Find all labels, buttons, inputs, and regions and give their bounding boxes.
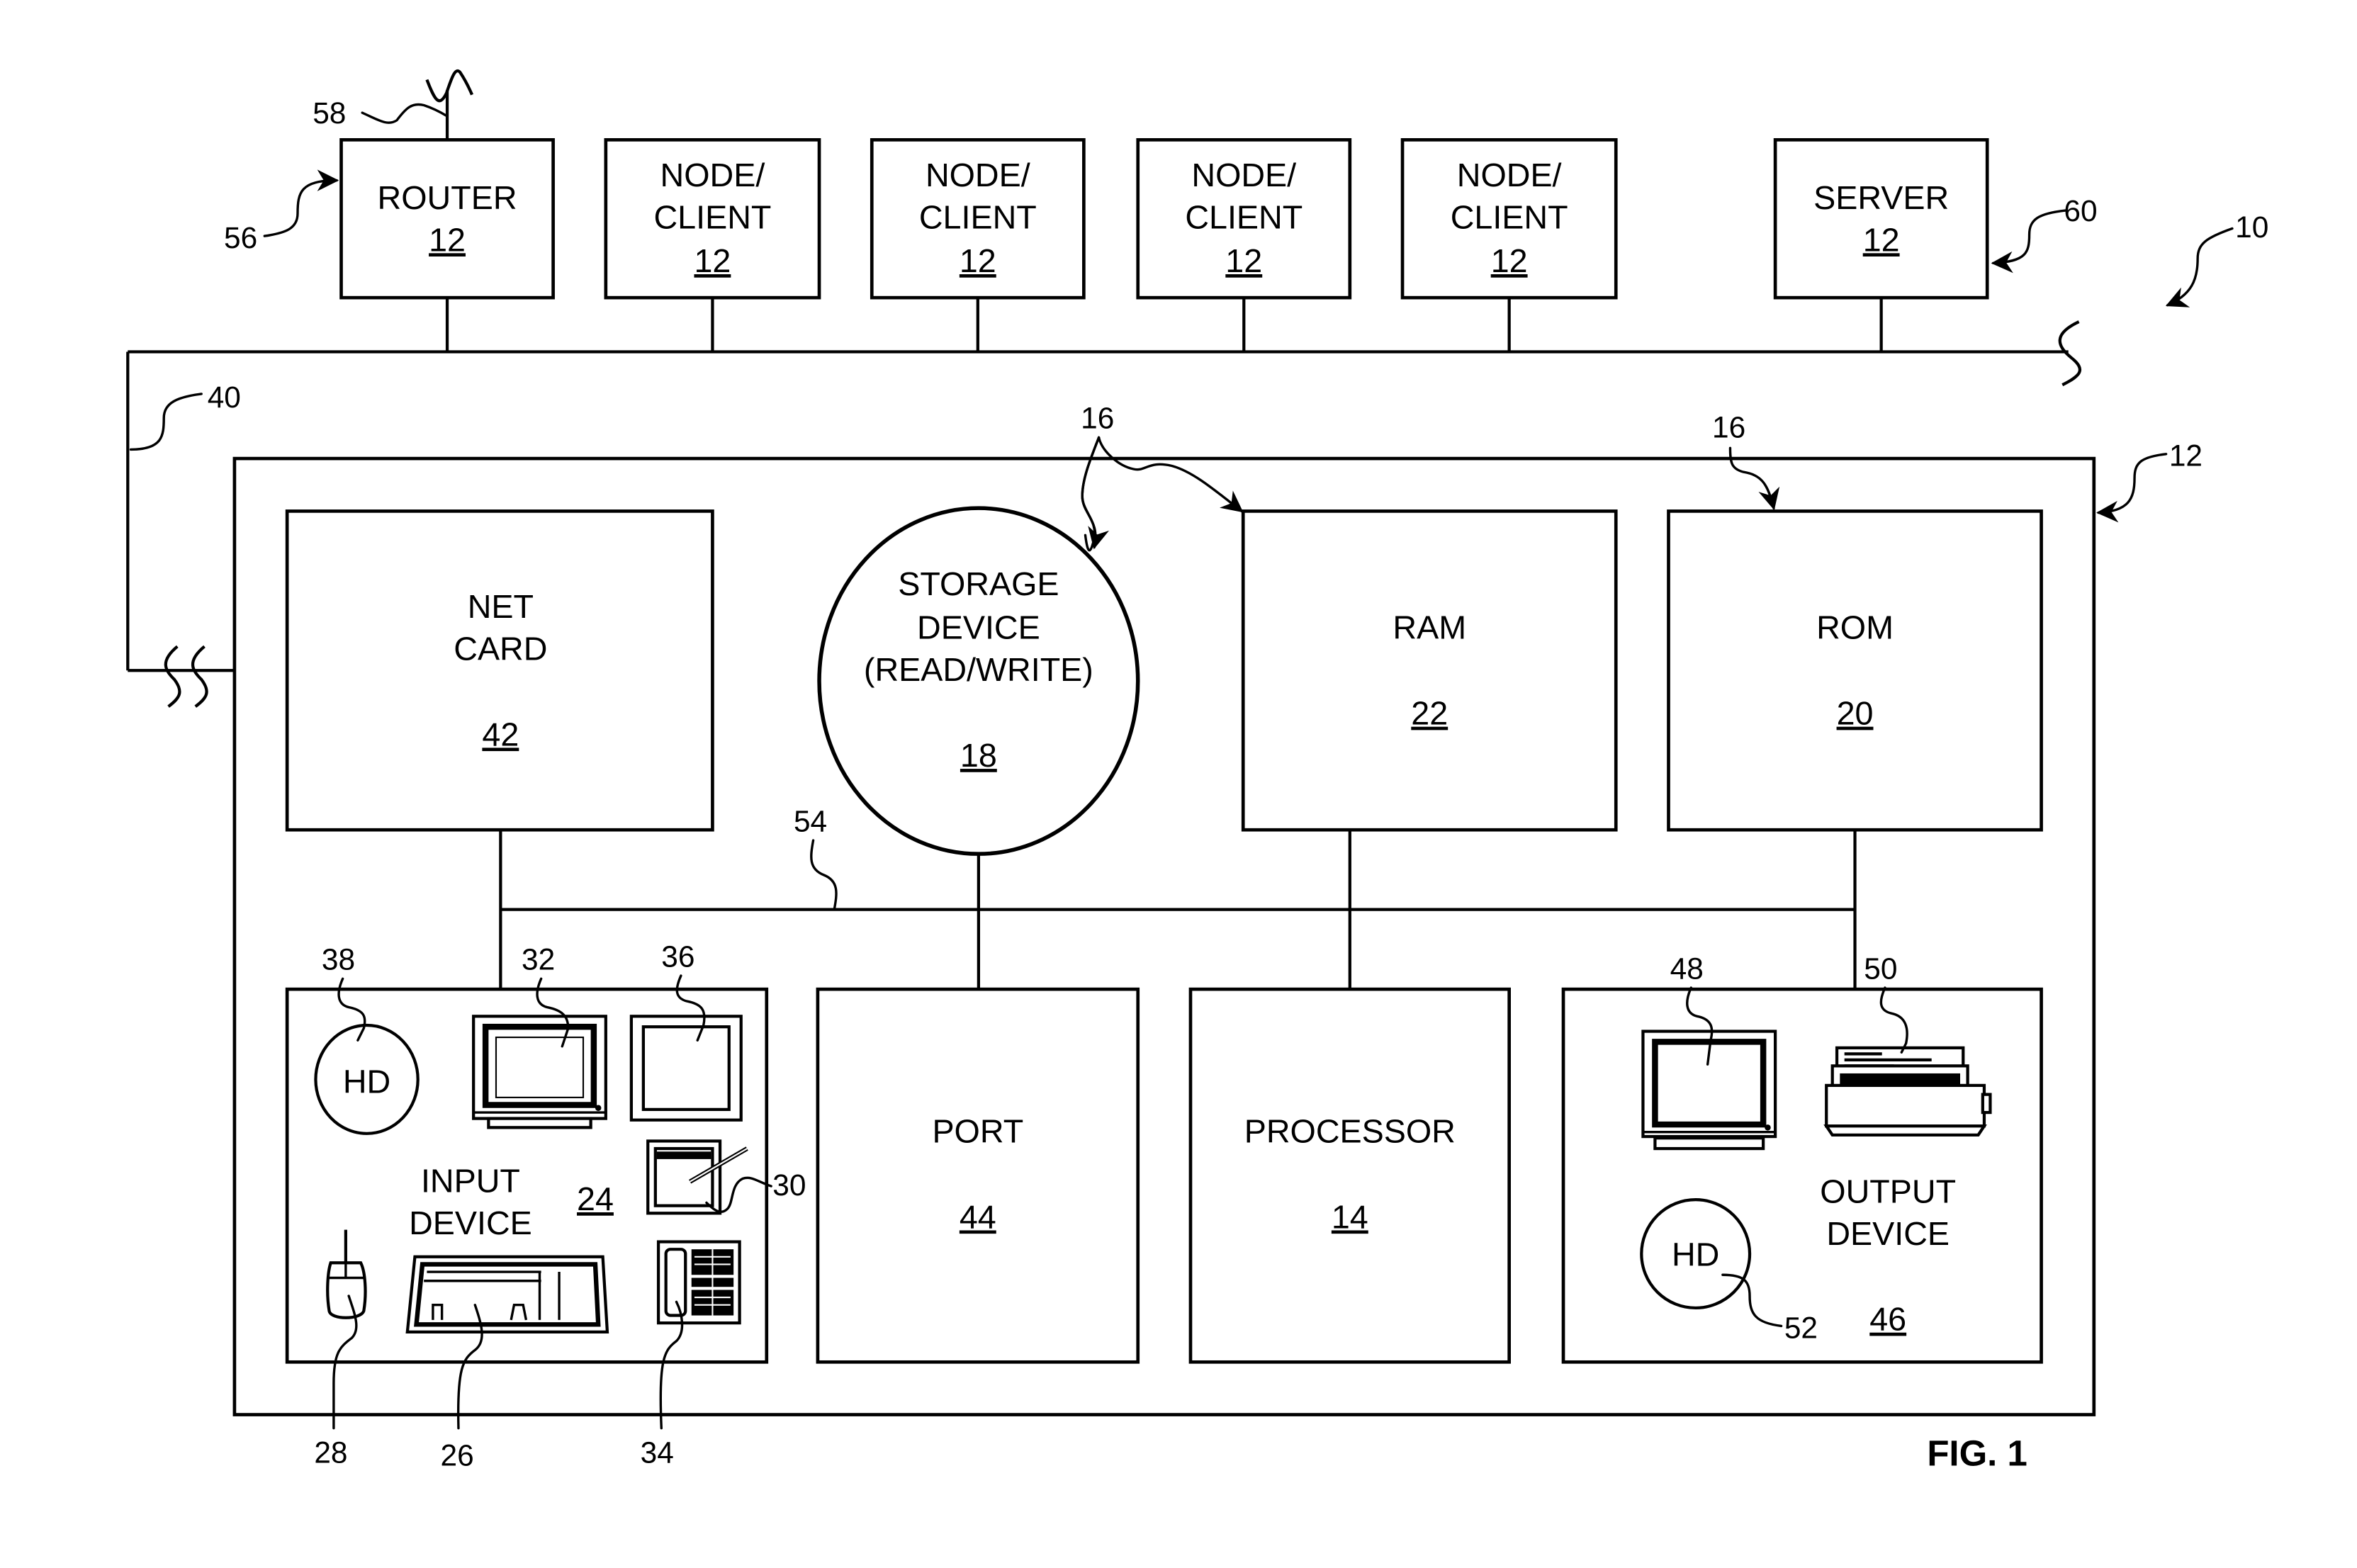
break-icon	[164, 645, 181, 708]
touchscreen-icon	[629, 1015, 743, 1122]
device-label: NODE/	[660, 157, 765, 193]
callout-56: 56	[224, 169, 339, 254]
ref-label: 40	[208, 380, 241, 414]
ref-label: 38	[322, 943, 355, 976]
callout-40: 40	[129, 380, 241, 451]
network-device-router: ROUTER 12	[339, 69, 555, 352]
device-label: NODE/	[1191, 157, 1296, 193]
ref-label: 60	[2064, 194, 2097, 227]
component-label: NET	[468, 588, 534, 625]
processor: PROCESSOR 14	[1188, 987, 1511, 1364]
ref-label: 10	[2235, 210, 2268, 244]
device-label: NODE/	[1457, 157, 1562, 193]
device-label: CLIENT	[919, 199, 1037, 236]
device-ref: 12	[429, 221, 466, 258]
port: PORT 44	[816, 987, 1140, 1364]
ref-label: 56	[224, 221, 257, 254]
network-device-server: SERVER 12	[1773, 137, 1989, 352]
component-label: RAM	[1393, 609, 1466, 646]
device-label: CLIENT	[653, 199, 771, 236]
hd-label: HD	[343, 1064, 390, 1100]
ref-label: 52	[1784, 1311, 1818, 1344]
ref-label: 54	[794, 804, 827, 837]
hard-disk-icon: HD	[1640, 1198, 1752, 1310]
ref-label: 16	[1712, 410, 1745, 444]
component-label: DEVICE	[917, 609, 1040, 646]
callout-10: 10	[2165, 210, 2268, 308]
component-ref: 18	[960, 737, 997, 774]
ref-label: 58	[313, 96, 346, 130]
device-ref: 12	[694, 242, 731, 279]
telephone-icon	[656, 1240, 741, 1325]
output-device: OUTPUT DEVICE 46 48 50 HD 52	[1561, 952, 2043, 1364]
network-device-node-client: NODE/ CLIENT 12	[1400, 137, 1618, 352]
device-label: NODE/	[926, 157, 1030, 193]
component-ref: 42	[482, 716, 519, 752]
component-label: DEVICE	[1826, 1215, 1950, 1252]
ram: RAM 22	[1241, 509, 1618, 832]
component-label: CARD	[454, 630, 547, 667]
component-ref: 24	[577, 1180, 614, 1217]
monitor-icon	[472, 1015, 607, 1129]
hard-disk-icon: HD	[314, 1023, 420, 1135]
ref-label: 26	[441, 1439, 474, 1472]
component-label: PORT	[932, 1113, 1023, 1150]
ref-label: 32	[522, 943, 555, 976]
device-label: CLIENT	[1185, 199, 1303, 236]
device-ref: 12	[1225, 242, 1262, 279]
device-label: CLIENT	[1451, 199, 1568, 236]
device-ref: 12	[960, 242, 996, 279]
network-device-node-client: NODE/ CLIENT 12	[604, 137, 821, 352]
ref-label: 48	[1670, 952, 1704, 985]
ref-label: 12	[2169, 439, 2203, 473]
device-label: ROUTER	[378, 179, 517, 216]
callout-12: 12	[2096, 439, 2203, 523]
component-ref: 14	[1332, 1198, 1368, 1235]
component-label: INPUT	[421, 1163, 520, 1200]
network-device-node-client: NODE/ CLIENT 12	[870, 137, 1086, 352]
component-label: (READ/WRITE)	[864, 651, 1093, 688]
keyboard-icon	[405, 1255, 609, 1334]
device-ref: 12	[1491, 242, 1528, 279]
component-ref: 46	[1869, 1301, 1906, 1338]
ref-label: 28	[314, 1436, 347, 1469]
callout-60: 60	[1991, 194, 2098, 273]
device-ref: 12	[1863, 221, 1900, 258]
component-ref: 20	[1837, 695, 1874, 732]
component-label: OUTPUT	[1820, 1173, 1956, 1209]
ref-label: 34	[641, 1436, 674, 1469]
rom: ROM 20	[1667, 509, 2043, 832]
net-card: NET CARD 42	[285, 509, 714, 832]
ref-label: 16	[1081, 402, 1114, 435]
storage-device: STORAGE DEVICE (READ/WRITE) 18	[817, 506, 1140, 856]
network-device-node-client: NODE/ CLIENT 12	[1136, 137, 1352, 352]
ref-label: 50	[1864, 952, 1897, 985]
component-ref: 44	[960, 1198, 996, 1235]
callout-58: 58	[313, 96, 448, 130]
component-ref: 22	[1411, 695, 1448, 732]
component-label: STORAGE	[898, 565, 1059, 602]
figure-title: FIG. 1	[1927, 1433, 2027, 1474]
device-label: SERVER	[1813, 179, 1949, 216]
component-label: ROM	[1816, 609, 1894, 646]
ref-label: 36	[661, 940, 694, 973]
component-label: PROCESSOR	[1244, 1113, 1456, 1150]
ref-label: 30	[772, 1168, 806, 1202]
patent-figure: 40 ROUTER 12 58 56 NODE/ CLIENT 12 NODE/…	[126, 69, 2268, 1474]
hd-label: HD	[1672, 1236, 1719, 1273]
component-label: DEVICE	[409, 1205, 532, 1241]
